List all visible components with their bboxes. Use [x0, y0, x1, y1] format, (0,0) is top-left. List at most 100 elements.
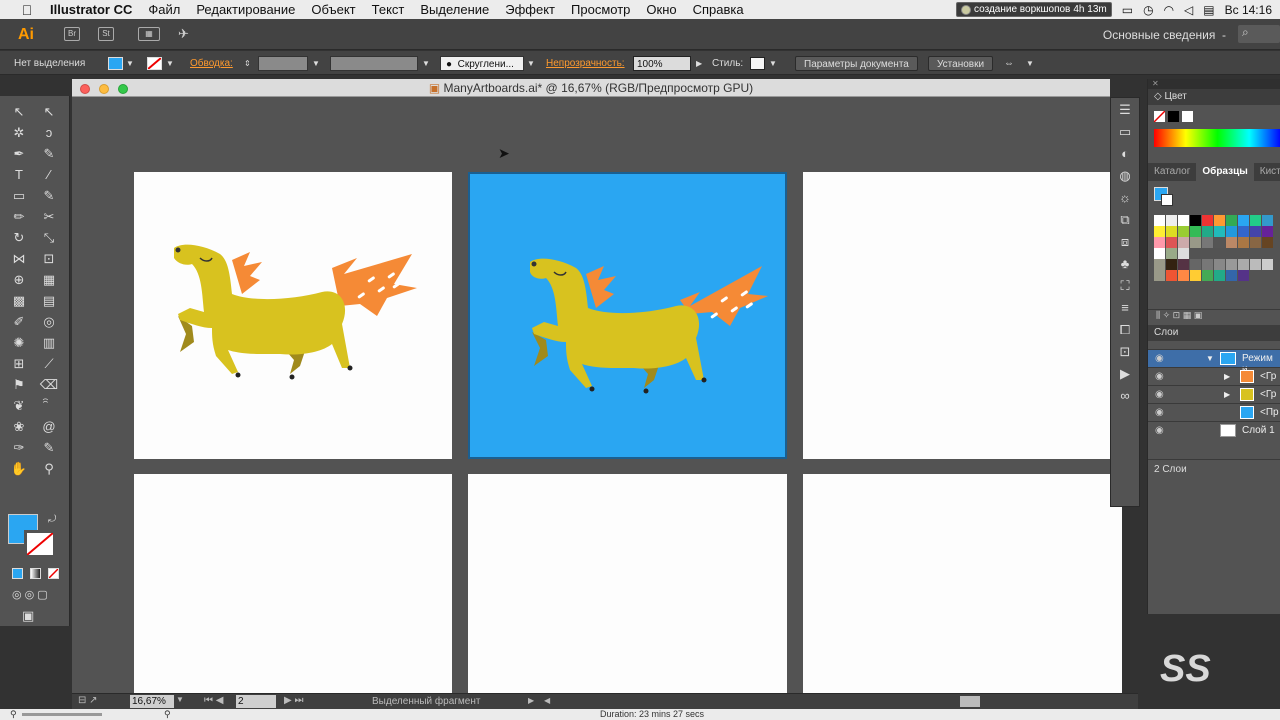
scroll-left-icon[interactable]: ◀ — [544, 696, 550, 705]
visibility-icon[interactable]: ◉ — [1155, 389, 1164, 400]
pen-tool-icon[interactable]: ✒ — [8, 144, 30, 164]
bridge-button[interactable]: Br — [64, 27, 80, 41]
zoom-slider[interactable] — [22, 713, 102, 716]
expand-arrow-icon[interactable]: ▶ — [1224, 390, 1230, 399]
menu-object[interactable]: Объект — [311, 2, 355, 17]
menu-window[interactable]: Окно — [646, 2, 676, 17]
menu-select[interactable]: Выделение — [420, 2, 489, 17]
shape-builder-icon[interactable]: ⊕ — [8, 270, 30, 290]
magic-wand-icon[interactable]: ✲ — [8, 123, 30, 143]
scissors-icon[interactable]: ✂ — [38, 207, 60, 227]
flag-icon[interactable]: ▤ — [1203, 3, 1214, 17]
eyedropper-icon[interactable]: ✐ — [8, 312, 30, 332]
screen-mode-icon[interactable]: ▣ — [22, 608, 34, 624]
artboard-nav-icon[interactable]: ⊟ ↗ — [78, 695, 98, 706]
layers-panel-header[interactable]: Слои — [1148, 325, 1280, 341]
control-menu-icon[interactable]: ▼ — [1026, 56, 1034, 71]
zoom-level-input[interactable]: 16,67% — [130, 695, 174, 708]
none-mode-icon[interactable] — [48, 568, 59, 579]
selection-tool-icon[interactable]: ↖ — [8, 102, 30, 122]
artboard-number-input[interactable]: 2 — [236, 695, 276, 708]
first-artboard-icon[interactable]: ⏮ ◀ — [204, 695, 223, 706]
menu-effect[interactable]: Эффект — [505, 2, 555, 17]
graphic-styles-icon[interactable]: ☼ — [1115, 188, 1135, 208]
artboard-2[interactable] — [468, 172, 787, 459]
screen-icon[interactable]: ▭ — [1122, 3, 1133, 17]
line-tool-icon[interactable]: ∕ — [38, 165, 60, 185]
canvas-area[interactable]: ➤ — [72, 97, 1122, 693]
mesh-tool-icon[interactable]: ▩ — [8, 291, 30, 311]
paintbrush-icon[interactable]: ✎ — [38, 186, 60, 206]
brush-definition-select[interactable]: ● Скруглени... — [440, 56, 524, 71]
fill-swatch[interactable] — [108, 57, 123, 70]
eraser-icon[interactable]: ⌫ — [38, 375, 60, 395]
gradient-panel-icon[interactable]: ▭ — [1115, 122, 1135, 142]
tab-swatches[interactable]: Образцы — [1196, 163, 1254, 181]
apple-menu-icon[interactable]:  — [16, 2, 38, 18]
free-transform-icon[interactable]: ⊡ — [38, 249, 60, 269]
stroke-color-box[interactable] — [24, 530, 56, 558]
layer-row[interactable]: ◉▼Режим и — [1148, 349, 1280, 375]
artboard-6[interactable] — [803, 474, 1122, 693]
minimize-window-button[interactable] — [99, 84, 109, 94]
slice-tool-icon[interactable]: ⟋ — [38, 354, 60, 374]
artboard-3[interactable] — [803, 172, 1122, 459]
brushes-panel-icon[interactable]: ♣ — [1115, 254, 1135, 274]
asset-export-icon[interactable]: ⊡ — [1115, 342, 1135, 362]
knife-icon[interactable]: ✑ — [8, 438, 30, 458]
layer-row[interactable]: ◉ <Пр — [1148, 403, 1280, 421]
links-panel-icon[interactable]: ∞ — [1115, 386, 1135, 406]
white-swatch[interactable] — [1182, 111, 1193, 122]
warp-tool-icon[interactable]: ❀ — [8, 417, 30, 437]
pathfinder-panel-icon[interactable]: ⧠ — [1115, 320, 1135, 340]
artboard-tool-icon[interactable]: ⊞ — [8, 354, 30, 374]
column-graph-icon[interactable]: ▥ — [38, 333, 60, 353]
layer-row[interactable]: ◉ Слой 1 — [1148, 421, 1280, 439]
type-tool-icon[interactable]: T — [8, 165, 30, 185]
blend-tool-icon[interactable]: ◎ — [38, 312, 60, 332]
opacity-input[interactable]: 100% — [633, 56, 691, 71]
workspace-switcher[interactable]: Основные сведения - — [1103, 28, 1226, 42]
menu-file[interactable]: Файл — [148, 2, 180, 17]
next-artboard-icon[interactable]: ▶ ⏭ — [284, 695, 303, 706]
tab-brushes[interactable]: Кисти — [1254, 163, 1280, 181]
publish-icon[interactable]: ✈ — [178, 26, 189, 42]
stroke-label[interactable]: Обводка: — [190, 56, 233, 71]
stock-button[interactable]: St — [98, 27, 114, 41]
direct-selection-tool-icon[interactable]: ↖ — [38, 102, 60, 122]
preferences-button[interactable]: Установки — [928, 56, 994, 71]
artboard-4[interactable] — [134, 474, 452, 693]
actions-panel-icon[interactable]: ▶ — [1115, 364, 1135, 384]
spiral-icon[interactable]: @ — [38, 417, 60, 437]
measure-icon[interactable]: ✎ — [38, 438, 60, 458]
menu-view[interactable]: Просмотр — [571, 2, 630, 17]
expand-arrow-icon[interactable]: ▶ — [1224, 372, 1230, 381]
curvature-tool-icon[interactable]: ✎ — [38, 144, 60, 164]
swatch-stroke-indicator[interactable] — [1161, 194, 1173, 206]
search-mini-icon[interactable]: ⚲ — [10, 709, 17, 720]
visibility-icon[interactable]: ◉ — [1155, 407, 1164, 418]
variable-width-profile[interactable] — [330, 56, 418, 71]
symbols-panel-icon[interactable]: ⧉ — [1115, 210, 1135, 230]
swatch-grid[interactable] — [1154, 215, 1280, 281]
style-dropdown-icon[interactable]: ▼ — [769, 56, 777, 71]
layer-row[interactable]: ◉ ▶ <Гр — [1148, 385, 1280, 403]
graphic-style-swatch[interactable] — [750, 57, 765, 70]
swap-colors-icon[interactable]: ⤾ — [48, 514, 56, 525]
gradient-tool-icon[interactable]: ▤ — [38, 291, 60, 311]
status-arrow-icon[interactable]: ▶ — [528, 696, 534, 705]
status-tool-hint[interactable]: Выделенный фрагмент — [372, 696, 480, 707]
expand-arrow-icon[interactable]: ▼ — [1206, 354, 1214, 363]
zoom-in-mini-icon[interactable]: ⚲ — [164, 709, 171, 720]
horse-illustration[interactable] — [470, 174, 785, 457]
scale-tool-icon[interactable]: ⤡ — [38, 228, 60, 248]
fill-dropdown-icon[interactable]: ▼ — [126, 56, 134, 71]
wifi-icon[interactable]: ◠ — [1164, 3, 1174, 17]
puppet-warp-icon[interactable]: ⚑ — [8, 375, 30, 395]
document-setup-button[interactable]: Параметры документа — [795, 56, 918, 71]
menu-text[interactable]: Текст — [372, 2, 405, 17]
stroke-dropdown-icon[interactable]: ▼ — [166, 56, 174, 71]
app-menu[interactable]: Illustrator CC — [50, 2, 132, 17]
rectangle-tool-icon[interactable]: ▭ — [8, 186, 30, 206]
menu-help[interactable]: Справка — [693, 2, 744, 17]
